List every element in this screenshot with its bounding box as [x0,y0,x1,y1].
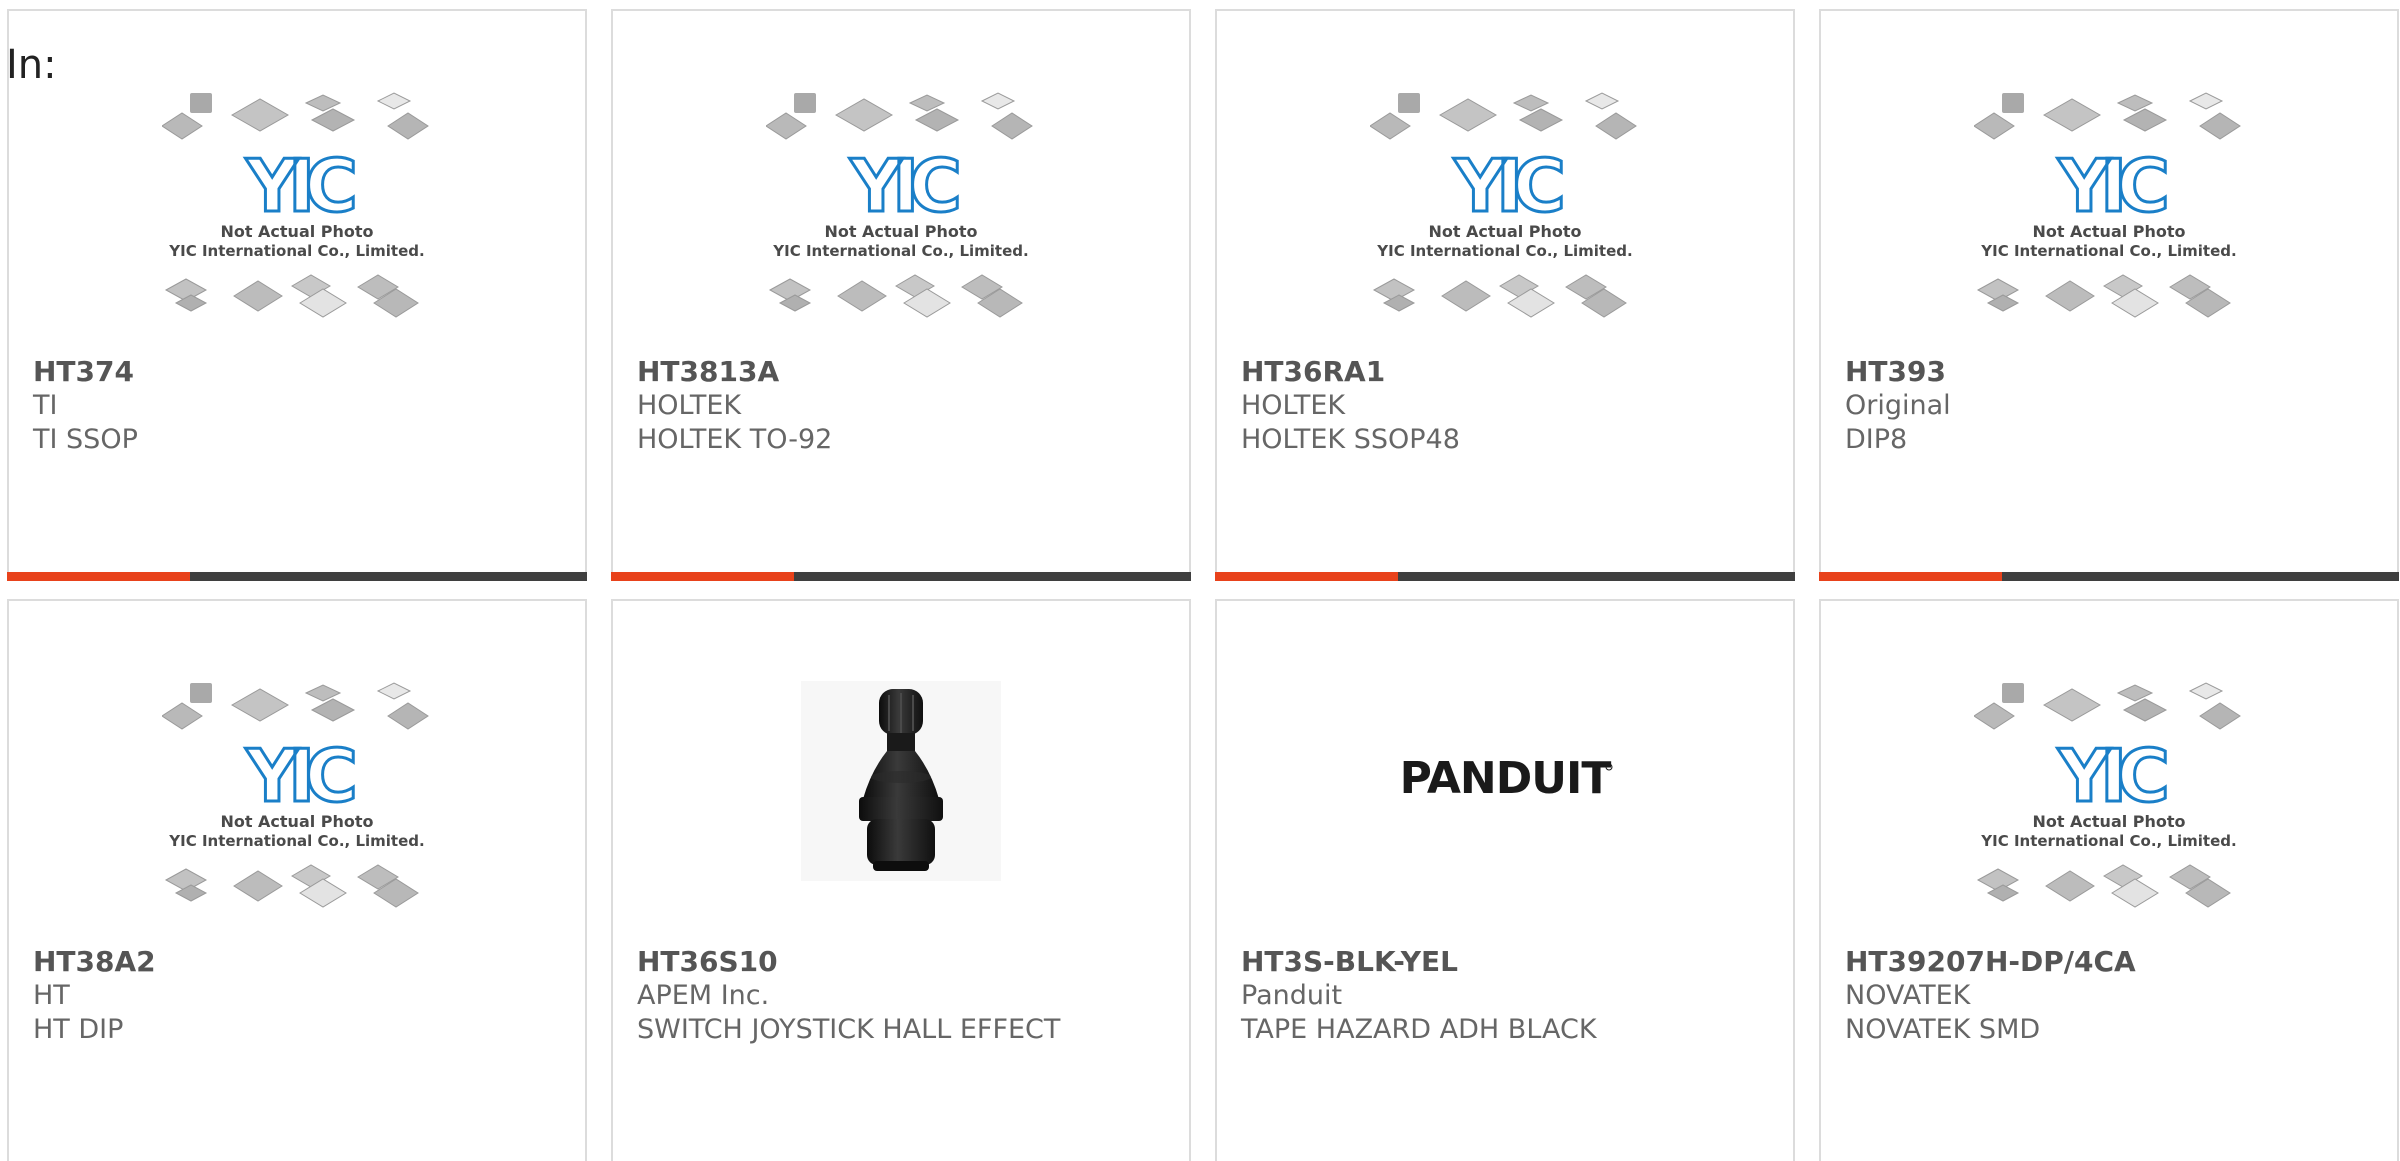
yic-logo: YIC [2057,734,2166,818]
description: HT DIP [33,1014,124,1045]
yic-placeholder-image: YIC Not Actual Photo YIC International Co.… [162,681,432,921]
manufacturer: HT [33,980,70,1011]
placeholder-caption-line1: Not Actual Photo [220,812,373,831]
manufacturer: Panduit [1241,980,1343,1011]
placeholder-caption-line1: Not Actual Photo [2032,222,2185,241]
description: HOLTEK TO-92 [637,424,833,455]
manufacturer: APEM Inc. [637,980,770,1011]
description: TAPE HAZARD ADH BLACK [1241,1014,1597,1045]
product-card[interactable]: YIC Not Actual Photo YIC International Co.… [1215,9,1795,581]
card-accent-bar [1215,572,1795,581]
product-card[interactable]: YIC Not Actual Photo YIC International Co.… [611,9,1191,581]
svg-text:PANDUIT: PANDUIT [1400,753,1612,804]
placeholder-caption-line2: YIC International Co., Limited. [772,242,1028,260]
manufacturer: HOLTEK [637,390,742,421]
product-grid-page: In: YIC Not Actual Photo YIC International… [0,0,2400,1161]
part-number[interactable]: HT36S10 [637,945,1179,979]
yic-placeholder-image: YIC Not Actual Photo YIC International Co.… [1974,91,2244,331]
part-number[interactable]: HT374 [33,355,575,389]
part-number[interactable]: HT38A2 [33,945,575,979]
card-accent-bar [7,572,587,581]
product-card[interactable]: PANDUIT HT3S-BLK-YEL Panduit TAPE HAZARD… [1215,599,1795,1161]
yic-placeholder-image: YIC Not Actual Photo YIC International Co.… [1974,681,2244,921]
description: SWITCH JOYSTICK HALL EFFECT [637,1014,1061,1045]
in-heading: In: [6,42,57,88]
product-image: YIC Not Actual Photo YIC International Co.… [1217,91,1793,351]
part-number[interactable]: HT3S-BLK-YEL [1241,945,1783,979]
product-grid: YIC Not Actual Photo YIC International Co.… [7,9,2399,1161]
product-image: YIC Not Actual Photo YIC International Co.… [9,91,585,351]
joystick-photo [801,681,1001,881]
placeholder-caption-line1: Not Actual Photo [824,222,977,241]
description: DIP8 [1845,424,1908,455]
product-image: YIC Not Actual Photo YIC International Co.… [1821,681,2397,941]
product-image: PANDUIT [1217,681,1793,941]
yic-placeholder-image: YIC Not Actual Photo YIC International Co.… [766,91,1036,331]
placeholder-caption-line1: Not Actual Photo [1428,222,1581,241]
product-card[interactable]: YIC Not Actual Photo YIC International Co.… [1819,599,2399,1161]
yic-logo: YIC [245,734,354,818]
yic-logo: YIC [1453,144,1562,228]
product-image [613,681,1189,941]
placeholder-caption-line2: YIC International Co., Limited. [1980,832,2236,850]
product-card[interactable]: YIC Not Actual Photo YIC International Co.… [1819,9,2399,581]
yic-logo: YIC [245,144,354,228]
product-card[interactable]: YIC Not Actual Photo YIC International Co.… [7,599,587,1161]
description: NOVATEK SMD [1845,1014,2041,1045]
product-image: YIC Not Actual Photo YIC International Co.… [9,681,585,941]
manufacturer: Original [1845,390,1951,421]
placeholder-caption-line2: YIC International Co., Limited. [1376,242,1632,260]
part-number[interactable]: HT393 [1845,355,2387,389]
placeholder-caption-line1: Not Actual Photo [220,222,373,241]
manufacturer: NOVATEK [1845,980,1971,1011]
placeholder-caption-line2: YIC International Co., Limited. [168,832,424,850]
product-image: YIC Not Actual Photo YIC International Co.… [613,91,1189,351]
placeholder-caption-line1: Not Actual Photo [2032,812,2185,831]
manufacturer: TI [33,390,58,421]
part-number[interactable]: HT36RA1 [1241,355,1783,389]
description: HOLTEK SSOP48 [1241,424,1460,455]
yic-logo: YIC [849,144,958,228]
placeholder-caption-line2: YIC International Co., Limited. [168,242,424,260]
yic-placeholder-image: YIC Not Actual Photo YIC International Co.… [162,91,432,331]
product-card[interactable]: HT36S10 APEM Inc. SWITCH JOYSTICK HALL E… [611,599,1191,1161]
card-accent-bar [611,572,1191,581]
placeholder-caption-line2: YIC International Co., Limited. [1980,242,2236,260]
yic-logo: YIC [2057,144,2166,228]
manufacturer: HOLTEK [1241,390,1346,421]
card-accent-bar [1819,572,2399,581]
product-card[interactable]: YIC Not Actual Photo YIC International Co.… [7,9,587,581]
part-number[interactable]: HT39207H-DP/4CA [1845,945,2387,979]
yic-placeholder-image: YIC Not Actual Photo YIC International Co.… [1370,91,1640,331]
panduit-logo: PANDUIT [1400,753,1613,804]
product-image: YIC Not Actual Photo YIC International Co.… [1821,91,2397,351]
description: TI SSOP [33,424,138,455]
part-number[interactable]: HT3813A [637,355,1179,389]
